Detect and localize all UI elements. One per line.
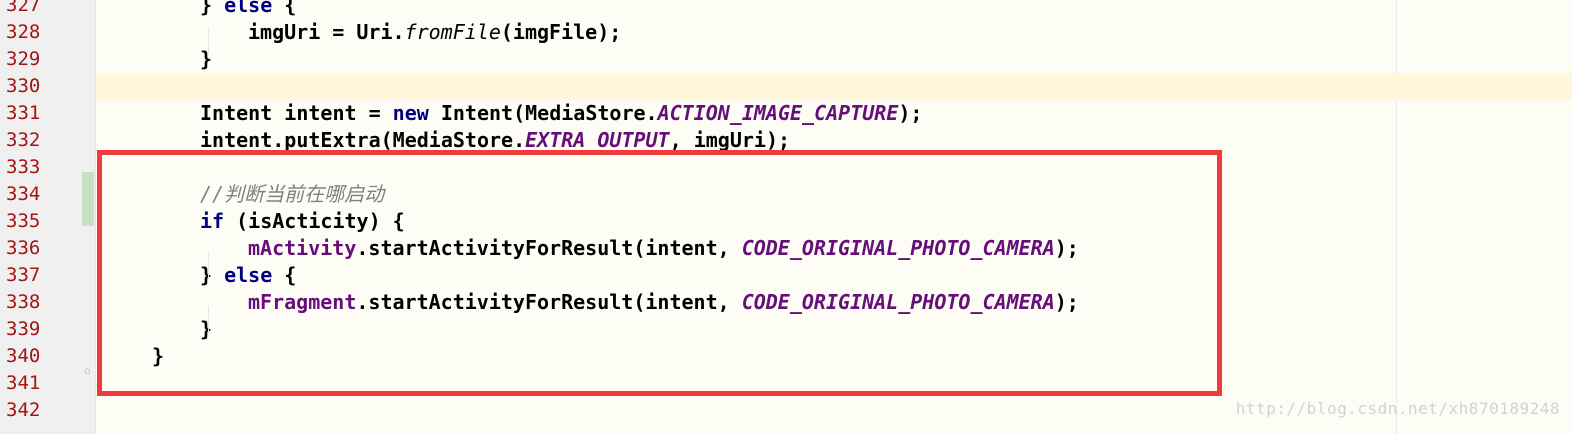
- watermark: http://blog.csdn.net/xh870189248: [1235, 399, 1560, 418]
- line-number: 332: [6, 129, 41, 151]
- line-number: 330: [6, 75, 41, 97]
- current-line-highlight: [96, 73, 1572, 100]
- line-number: 338: [6, 291, 41, 313]
- code-line[interactable]: 329}: [0, 46, 1572, 73]
- line-number: 340: [6, 345, 41, 367]
- code-token: );: [898, 101, 923, 125]
- line-number: 334: [6, 183, 41, 205]
- code-text[interactable]: imgUri = Uri.fromFile(imgFile);: [248, 19, 621, 46]
- code-token: ACTION_IMAGE_CAPTURE: [657, 101, 899, 125]
- line-number: 329: [6, 48, 41, 70]
- line-number: 336: [6, 237, 41, 259]
- code-token: fromFile: [404, 20, 501, 44]
- code-token: (imgFile);: [500, 20, 622, 44]
- code-text[interactable]: } else {: [200, 0, 296, 19]
- code-text[interactable]: Intent intent = new Intent(MediaStore.AC…: [200, 100, 922, 127]
- code-text[interactable]: }: [200, 46, 212, 73]
- line-number: 333: [6, 156, 41, 178]
- code-token: intent.putExtra(MediaStore.: [200, 128, 526, 152]
- code-token: Intent(MediaStore.: [428, 101, 658, 125]
- line-number: 328: [6, 21, 41, 43]
- line-number: 331: [6, 102, 41, 124]
- indent-guide: [208, 27, 209, 54]
- code-token: }: [200, 47, 213, 71]
- line-number: 327: [6, 0, 41, 16]
- line-number: 341: [6, 372, 41, 394]
- code-token: Intent intent =: [200, 101, 393, 125]
- line-number: 337: [6, 264, 41, 286]
- code-token: {: [272, 0, 297, 17]
- vcs-change-marker: [82, 172, 94, 226]
- line-number: 342: [6, 399, 41, 421]
- line-number: 335: [6, 210, 41, 232]
- code-token: new: [392, 101, 429, 125]
- code-line[interactable]: 331 Intent intent = new Intent(MediaStore…: [0, 100, 1572, 127]
- code-token: , imgUri);: [669, 128, 791, 152]
- code-token: EXTRA_OUTPUT: [525, 128, 670, 152]
- code-token: else: [224, 0, 273, 17]
- red-annotation-box: [97, 150, 1222, 396]
- code-token: }: [200, 0, 225, 17]
- code-line[interactable]: 328 imgUri = Uri.fromFile(imgFile);: [0, 19, 1572, 46]
- code-token: imgUri = Uri.: [248, 20, 405, 44]
- line-number: 339: [6, 318, 41, 340]
- code-line[interactable]: 330: [0, 73, 1572, 100]
- fold-end-icon[interactable]: ⌂: [84, 365, 94, 377]
- code-line[interactable]: 327} else {: [0, 0, 1572, 19]
